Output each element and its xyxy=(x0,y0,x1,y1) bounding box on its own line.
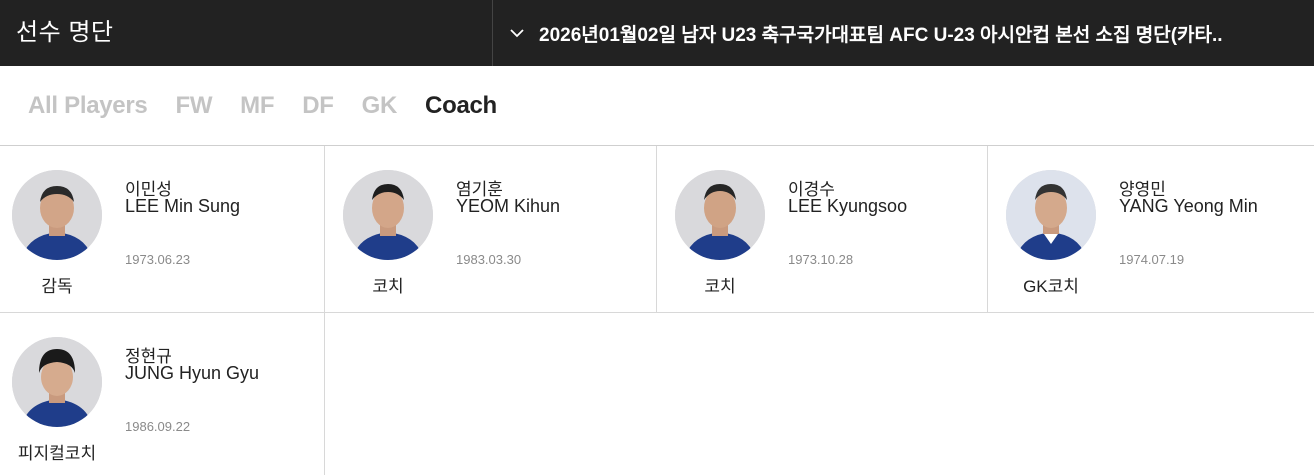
staff-photo xyxy=(12,170,102,260)
staff-grid: 감독 이민성 LEE Min Sung 1973.06.23 코치 염기훈 YE… xyxy=(0,146,1314,475)
roster-selector-label: 2026년01월02일 남자 U23 축구국가대표팀 AFC U-23 아시안컵… xyxy=(539,24,1223,46)
staff-birthdate: 1973.10.28 xyxy=(788,252,854,267)
staff-name-english: LEE Min Sung xyxy=(125,196,241,216)
staff-role: GK코치 xyxy=(1023,277,1079,296)
staff-birthdate: 1974.07.19 xyxy=(1119,252,1185,267)
staff-name-english: JUNG Hyun Gyu xyxy=(125,363,260,383)
staff-name-english: YANG Yeong Min xyxy=(1119,196,1258,216)
staff-photo xyxy=(1006,170,1096,260)
staff-card[interactable]: GK코치 양영민 YANG Yeong Min 1974.07.19 xyxy=(988,146,1314,313)
tab-coach[interactable]: Coach xyxy=(425,92,497,120)
staff-name-english: LEE Kyungsoo xyxy=(788,196,908,216)
staff-card[interactable]: 코치 염기훈 YEOM Kihun 1983.03.30 xyxy=(325,146,657,313)
top-bar: 선수 명단 2026년01월02일 남자 U23 축구국가대표팀 AFC U-2… xyxy=(0,0,1314,66)
roster-selector[interactable]: 2026년01월02일 남자 U23 축구국가대표팀 AFC U-23 아시안컵… xyxy=(493,0,1314,66)
person-photo-icon xyxy=(12,170,102,260)
person-photo-icon xyxy=(1006,170,1096,260)
staff-card[interactable]: 피지컬코치 정현규 JUNG Hyun Gyu 1986.09.22 xyxy=(0,313,325,475)
staff-name-english: YEOM Kihun xyxy=(456,196,561,216)
tab-gk[interactable]: GK xyxy=(362,92,398,120)
person-photo-icon xyxy=(343,170,433,260)
staff-card[interactable]: 감독 이민성 LEE Min Sung 1973.06.23 xyxy=(0,146,325,313)
staff-photo xyxy=(343,170,433,260)
staff-birthdate: 1973.06.23 xyxy=(125,252,191,267)
person-photo-icon xyxy=(12,337,102,427)
tab-mf[interactable]: MF xyxy=(240,92,274,120)
staff-role: 코치 xyxy=(704,277,736,296)
staff-card[interactable]: 코치 이경수 LEE Kyungsoo 1973.10.28 xyxy=(657,146,988,313)
staff-photo xyxy=(675,170,765,260)
staff-birthdate: 1983.03.30 xyxy=(456,252,522,267)
staff-role: 피지컬코치 xyxy=(17,444,97,463)
tab-fw[interactable]: FW xyxy=(175,92,212,120)
staff-role: 감독 xyxy=(41,277,73,296)
tab-df[interactable]: DF xyxy=(302,92,334,120)
page-title: 선수 명단 xyxy=(0,0,493,66)
staff-role: 코치 xyxy=(372,277,404,296)
chevron-down-icon xyxy=(509,25,525,41)
staff-birthdate: 1986.09.22 xyxy=(125,419,191,434)
position-tabs: All Players FW MF DF GK Coach xyxy=(0,66,1314,146)
person-photo-icon xyxy=(675,170,765,260)
staff-photo xyxy=(12,337,102,427)
tab-all-players[interactable]: All Players xyxy=(28,92,148,120)
